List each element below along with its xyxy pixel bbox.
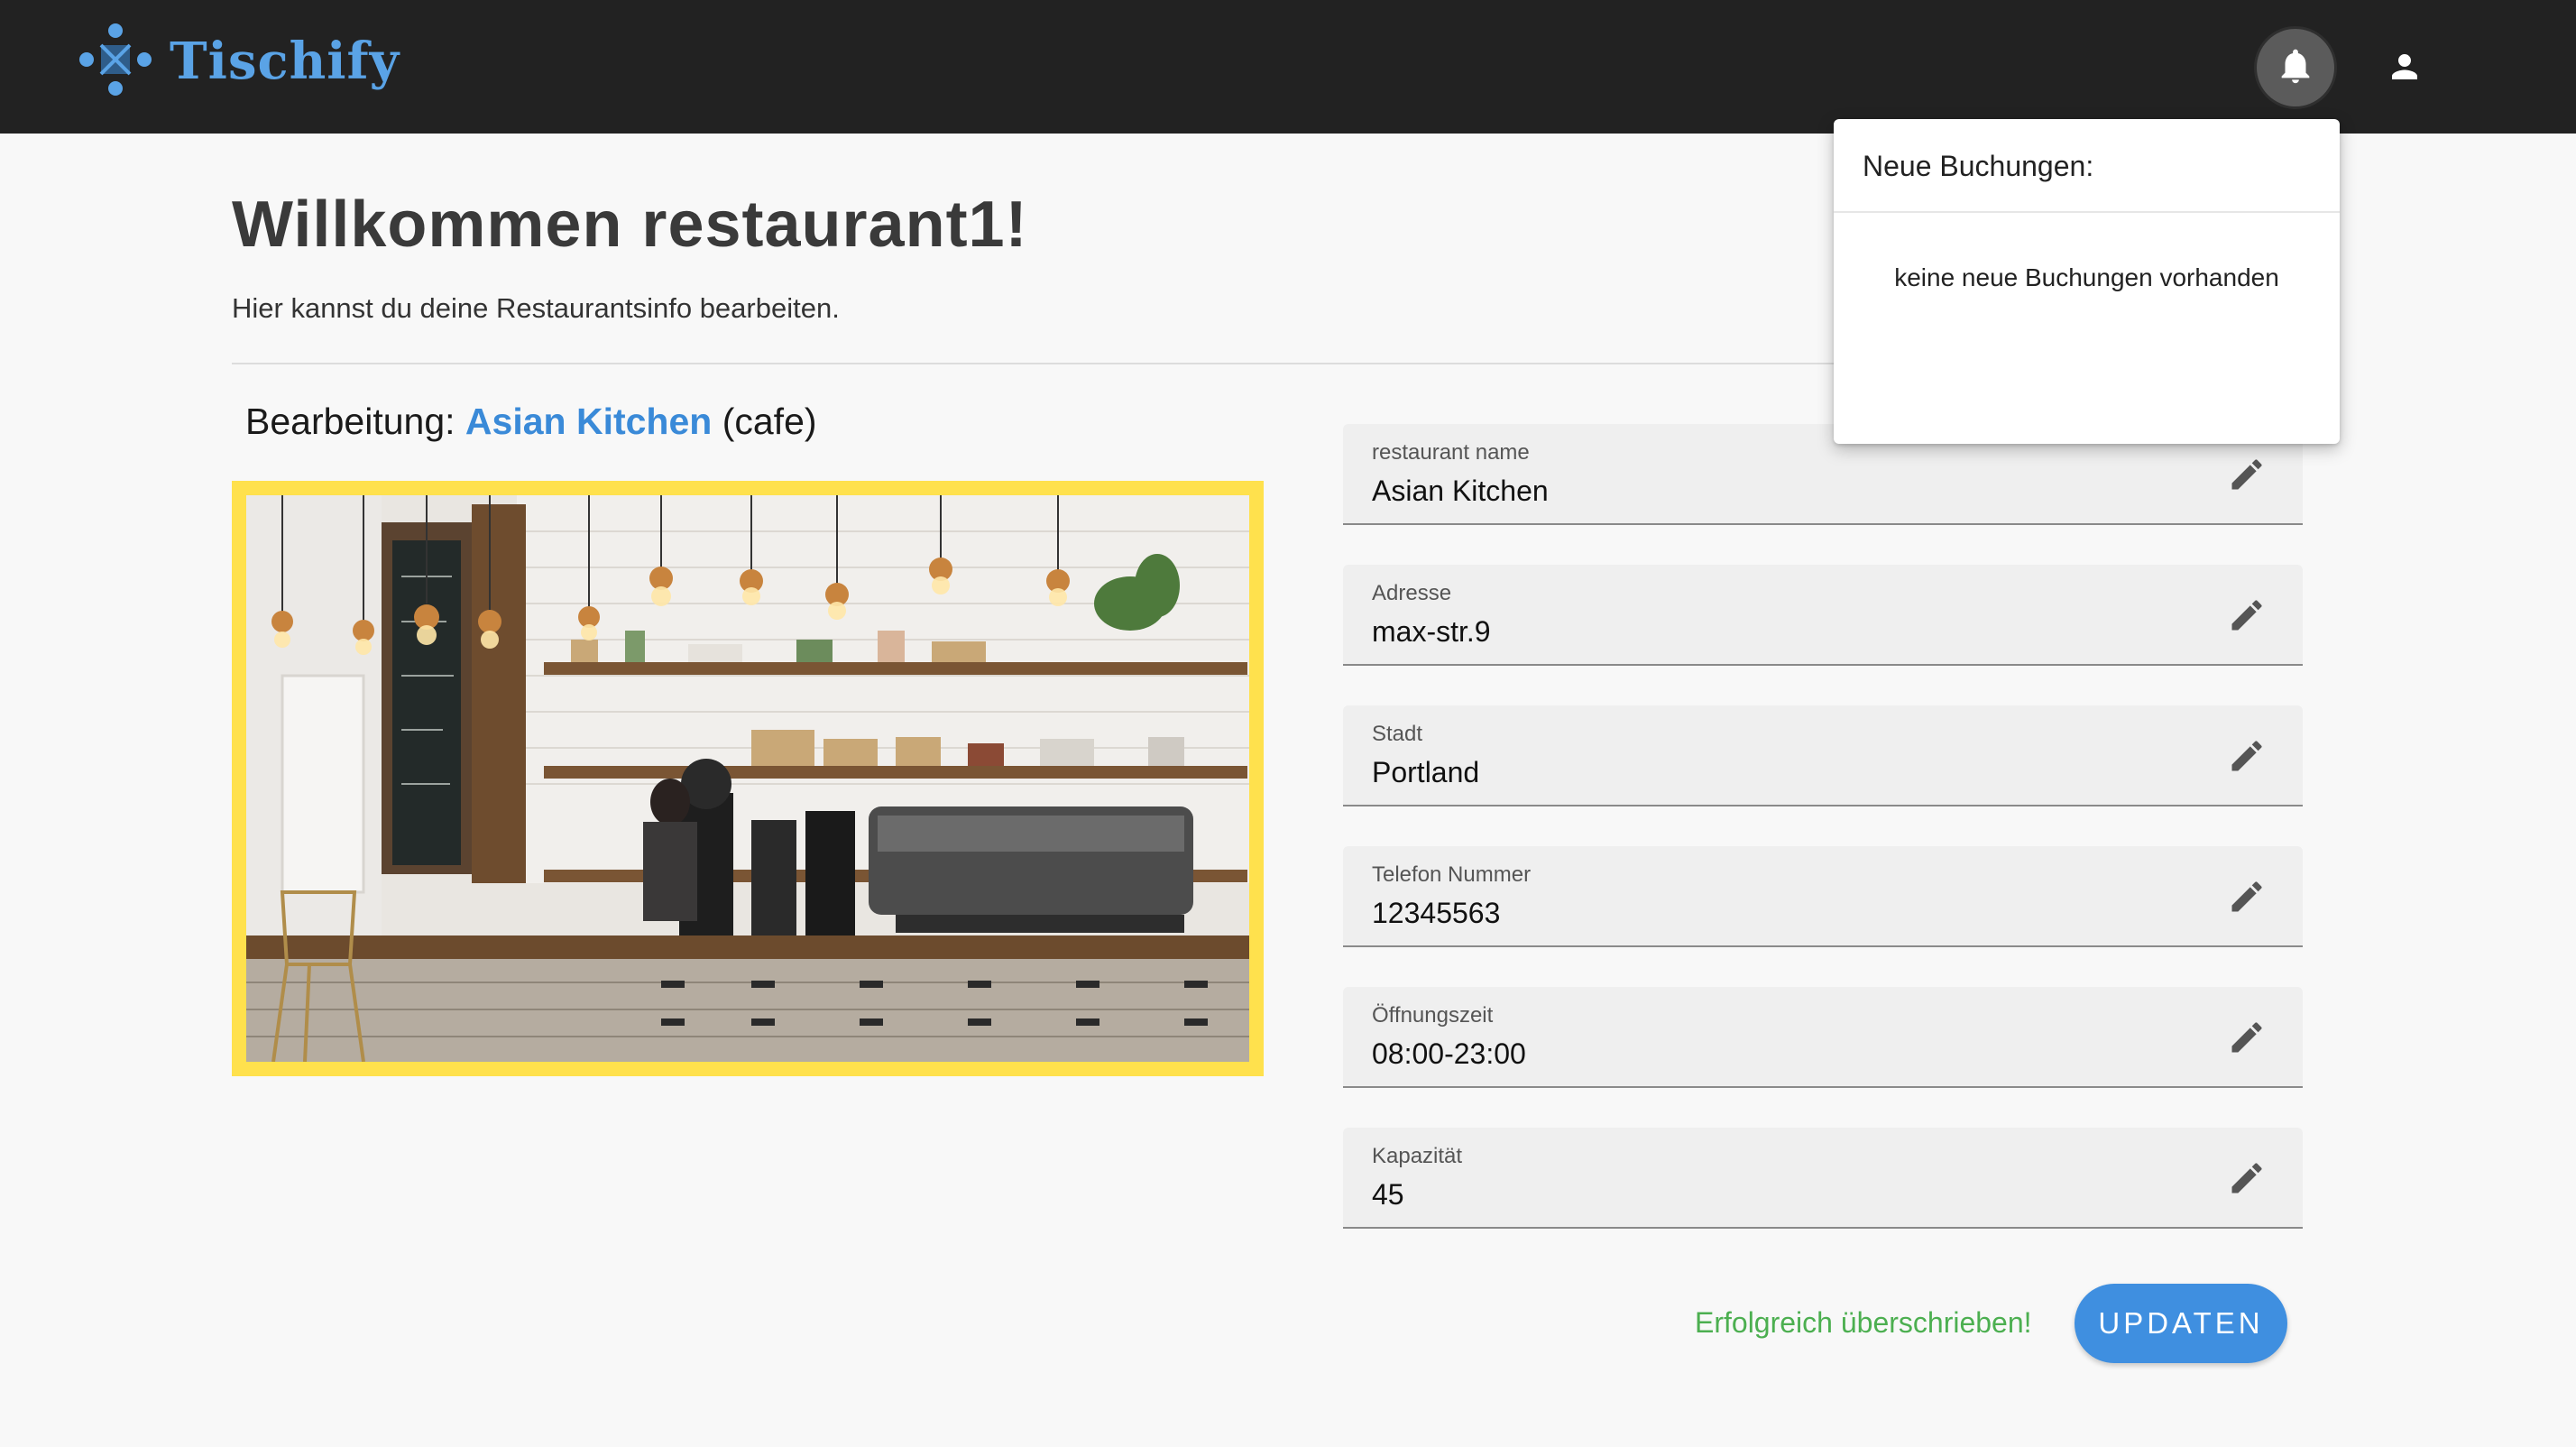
notifications-empty-message: keine neue Buchungen vorhanden [1894,263,2279,291]
restaurant-photo-frame [232,481,1264,1076]
field-value[interactable]: Portland [1372,756,1479,789]
pencil-icon[interactable] [2227,736,2267,776]
user-menu-button[interactable] [2369,41,2441,97]
field-address[interactable]: Adresse max-str.9 [1343,565,2303,666]
app-name: Tischify [170,32,400,91]
field-value[interactable]: 08:00-23:00 [1372,1037,1526,1071]
divider [232,363,1973,364]
pencil-icon[interactable] [2227,1158,2267,1198]
edit-heading: Bearbeitung: Asian Kitchen (cafe) [245,401,817,443]
restaurant-photo [246,495,1249,1062]
field-label: Telefon Nummer [1372,862,1532,887]
bell-icon [2275,45,2316,91]
field-label: restaurant name [1372,440,1530,465]
notifications-divider [1834,211,2340,213]
field-label: Kapazität [1372,1144,1463,1168]
notifications-title: Neue Buchungen: [1863,150,2094,182]
field-phone[interactable]: Telefon Nummer 12345563 [1343,846,2303,947]
top-bar: Tischify [0,0,2576,134]
field-opening-hours[interactable]: Öffnungszeit 08:00-23:00 [1343,987,2303,1088]
field-label: Öffnungszeit [1372,1003,1494,1028]
field-value[interactable]: Asian Kitchen [1372,475,1549,508]
app-logo[interactable]: Tischify [78,23,400,99]
user-icon [2386,48,2424,90]
pencil-icon[interactable] [2227,595,2267,635]
pencil-icon[interactable] [2227,877,2267,917]
field-label: Adresse [1372,581,1452,605]
notifications-button[interactable] [2254,26,2337,109]
notifications-popup: Neue Buchungen: keine neue Buchungen vor… [1834,119,2340,444]
field-value[interactable]: 12345563 [1372,897,1500,930]
field-value[interactable]: max-str.9 [1372,615,1491,649]
success-message: Erfolgreich überschrieben! [1695,1306,2032,1339]
page-title: Willkommen restaurant1! [232,189,1028,261]
update-button[interactable]: UPDATEN [2075,1284,2287,1363]
field-capacity[interactable]: Kapazität 45 [1343,1128,2303,1229]
restaurant-type: (cafe) [722,401,817,442]
pencil-icon[interactable] [2227,455,2267,494]
pencil-icon[interactable] [2227,1018,2267,1057]
restaurant-name-link[interactable]: Asian Kitchen [465,401,712,442]
edit-prefix: Bearbeitung: [245,401,455,442]
page-subtitle: Hier kannst du deine Restaurantsinfo bea… [232,292,840,324]
tischify-logo-icon [78,22,153,102]
field-city[interactable]: Stadt Portland [1343,705,2303,806]
field-label: Stadt [1372,722,1423,746]
field-value[interactable]: 45 [1372,1178,1404,1212]
